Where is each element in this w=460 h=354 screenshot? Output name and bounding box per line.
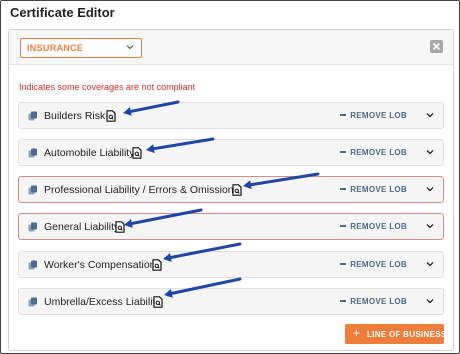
remove-lob-button[interactable]: REMOVE LOB xyxy=(340,185,407,194)
chevron-down-icon[interactable] xyxy=(425,296,435,306)
panel-toolbar: INSURANCE xyxy=(9,30,453,65)
minus-icon xyxy=(340,300,347,302)
remove-lob-label: REMOVE LOB xyxy=(350,111,407,120)
window-title: Certificate Editor xyxy=(10,5,115,20)
minus-icon xyxy=(340,114,347,116)
coverage-panel: INSURANCE Indicates some coverages are n… xyxy=(8,29,454,351)
chevron-down-icon[interactable] xyxy=(425,259,435,269)
minus-icon xyxy=(340,225,347,227)
remove-lob-label: REMOVE LOB xyxy=(350,297,407,306)
chevron-down-icon[interactable] xyxy=(425,147,435,157)
minus-icon xyxy=(340,188,347,190)
remove-lob-label: REMOVE LOB xyxy=(350,185,407,194)
annotation-arrow xyxy=(123,100,180,116)
add-button-label: LINE OF BUSINESS xyxy=(367,330,447,339)
remove-lob-button[interactable]: REMOVE LOB xyxy=(340,297,407,306)
coverage-type-select[interactable]: INSURANCE xyxy=(20,38,142,58)
chevron-down-icon[interactable] xyxy=(425,221,435,231)
remove-lob-button[interactable]: REMOVE LOB xyxy=(340,148,407,157)
close-button[interactable] xyxy=(430,40,443,53)
chevron-down-icon xyxy=(126,45,134,50)
annotation-arrow xyxy=(164,277,242,298)
remove-lob-label: REMOVE LOB xyxy=(350,222,407,231)
select-value: INSURANCE xyxy=(27,43,84,53)
remove-lob-button[interactable]: REMOVE LOB xyxy=(340,222,407,231)
chevron-down-icon[interactable] xyxy=(425,110,435,120)
certificate-editor-window: Certificate Editor INSURANCE Indicates s… xyxy=(0,0,460,354)
add-line-of-business-button[interactable]: + LINE OF BUSINESS xyxy=(345,324,447,344)
annotation-arrow xyxy=(124,208,203,228)
annotation-arrow xyxy=(146,137,215,154)
minus-icon xyxy=(340,263,347,265)
annotation-arrow xyxy=(163,242,242,262)
chevron-down-icon[interactable] xyxy=(425,184,435,194)
compliance-notice: Indicates some coverages are not complia… xyxy=(19,82,196,92)
close-icon xyxy=(432,42,441,51)
remove-lob-label: REMOVE LOB xyxy=(350,148,407,157)
remove-lob-label: REMOVE LOB xyxy=(350,260,407,269)
annotation-arrow xyxy=(243,172,320,190)
minus-icon xyxy=(340,151,347,153)
remove-lob-button[interactable]: REMOVE LOB xyxy=(340,260,407,269)
remove-lob-button[interactable]: REMOVE LOB xyxy=(340,111,407,120)
plus-icon: + xyxy=(353,326,361,340)
